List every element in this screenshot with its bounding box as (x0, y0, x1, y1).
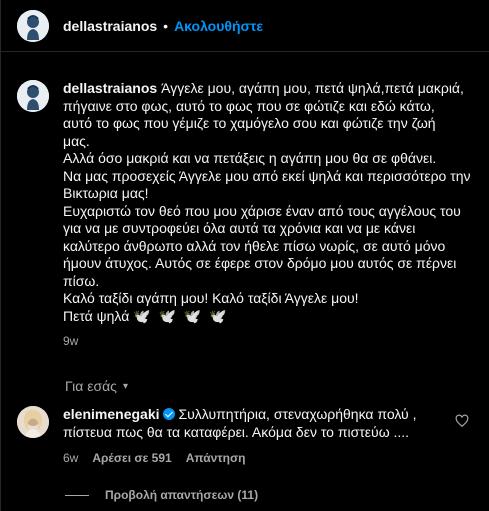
view-replies-button[interactable]: Προβολή απαντήσεων (11) (65, 488, 258, 502)
caption-avatar[interactable] (17, 80, 49, 112)
sort-comments-dropdown[interactable]: Για εσάς ▾ (65, 378, 128, 394)
caption-line: Άγγελε μου, αγάπη μου, πετά ψηλά,πετά μα… (161, 80, 464, 96)
caption-line: μας. (63, 132, 90, 149)
caption-timestamp[interactable]: 9w (63, 333, 477, 351)
comment-timestamp[interactable]: 6w (63, 450, 78, 468)
bust-statue-icon (17, 9, 49, 42)
comment-line: πίστευα πως θα τα καταφέρει. Ακόμα δεν τ… (63, 423, 410, 440)
avatar[interactable] (17, 9, 49, 42)
dove-emoji-icons: 🕊️ 🕊️ 🕊️ 🕊️ (133, 307, 229, 324)
verified-badge-icon (162, 408, 175, 420)
likes-count-link[interactable]: Αρέσει σε 591 (92, 450, 171, 468)
comment-username[interactable]: elenimenegaki (63, 406, 160, 422)
comment-text: elenimenegaki Συλλυπητήρια, στεναχωρήθηκα… (63, 406, 443, 468)
bust-statue-icon (17, 80, 49, 112)
separator-dot: • (163, 17, 169, 34)
caption-line: αυτό το φως που γέμιζε το χαμόγελο σου κ… (63, 115, 436, 131)
heart-icon[interactable] (455, 414, 469, 428)
caption-line: Βικτωρια μας! (63, 185, 149, 201)
caption-line: Καλό ταξίδι αγάπη μου! Καλό ταξίδι Άγγελ… (63, 290, 359, 306)
caption-line: Πετά ψηλά (63, 307, 130, 324)
caption-line: πήγαινε στο φως, αυτό το φως που σε φώτι… (63, 97, 435, 114)
caption-line: Ευχαριστώ τον θεό που μου χάρισε έναν απ… (63, 202, 461, 219)
replies-divider (65, 494, 89, 496)
caption: dellastraianos Άγγελε μου, αγάπη μου, πετ… (17, 80, 477, 351)
profile-photo-icon (17, 406, 49, 438)
caption-text: dellastraianos Άγγελε μου, αγάπη μου, πετ… (63, 80, 477, 351)
comment-actions: 6w Αρέσει σε 591 Απάντηση (63, 450, 443, 468)
caption-last-line: Πετά ψηλά 🕊️ 🕊️ 🕊️ 🕊️ (63, 308, 477, 326)
reply-button[interactable]: Απάντηση (186, 450, 246, 468)
post-comments-panel: dellastraianos • Ακολουθήστε dellastraia… (0, 0, 489, 511)
view-replies-label: Προβολή απαντήσεων (11) (105, 488, 259, 502)
comment-line: Συλλυπητήρια, στεναχωρήθηκα πολύ , (178, 406, 417, 422)
caption-line: πίσω. (63, 272, 100, 289)
caption-line: καλύτερο άνθρωπο αλλά τον ήθελε πίσω νωρ… (63, 237, 446, 254)
caption-username[interactable]: dellastraianos (63, 80, 157, 96)
caption-line: για να με συντροφεύει όλα αυτά τα χρόνια… (63, 220, 416, 236)
caption-line: Να μας προσεχείς Άγγελε μου από εκεί ψηλ… (63, 167, 471, 184)
post-header: dellastraianos • Ακολουθήστε (1, 0, 489, 52)
caption-line: ήμουν άτυχος. Αυτός σε έφερε στον δρόμο … (63, 255, 457, 271)
chevron-down-icon: ▾ (122, 380, 128, 392)
comment-item: elenimenegaki Συλλυπητήρια, στεναχωρήθηκα… (17, 406, 477, 468)
caption-line: Αλλά όσο μακριά και να πετάξεις η αγάπη … (63, 150, 437, 166)
commenter-avatar[interactable] (17, 406, 49, 438)
sort-label: Για εσάς (65, 378, 117, 394)
header-username[interactable]: dellastraianos (63, 18, 157, 34)
follow-button[interactable]: Ακολουθήστε (174, 18, 263, 34)
